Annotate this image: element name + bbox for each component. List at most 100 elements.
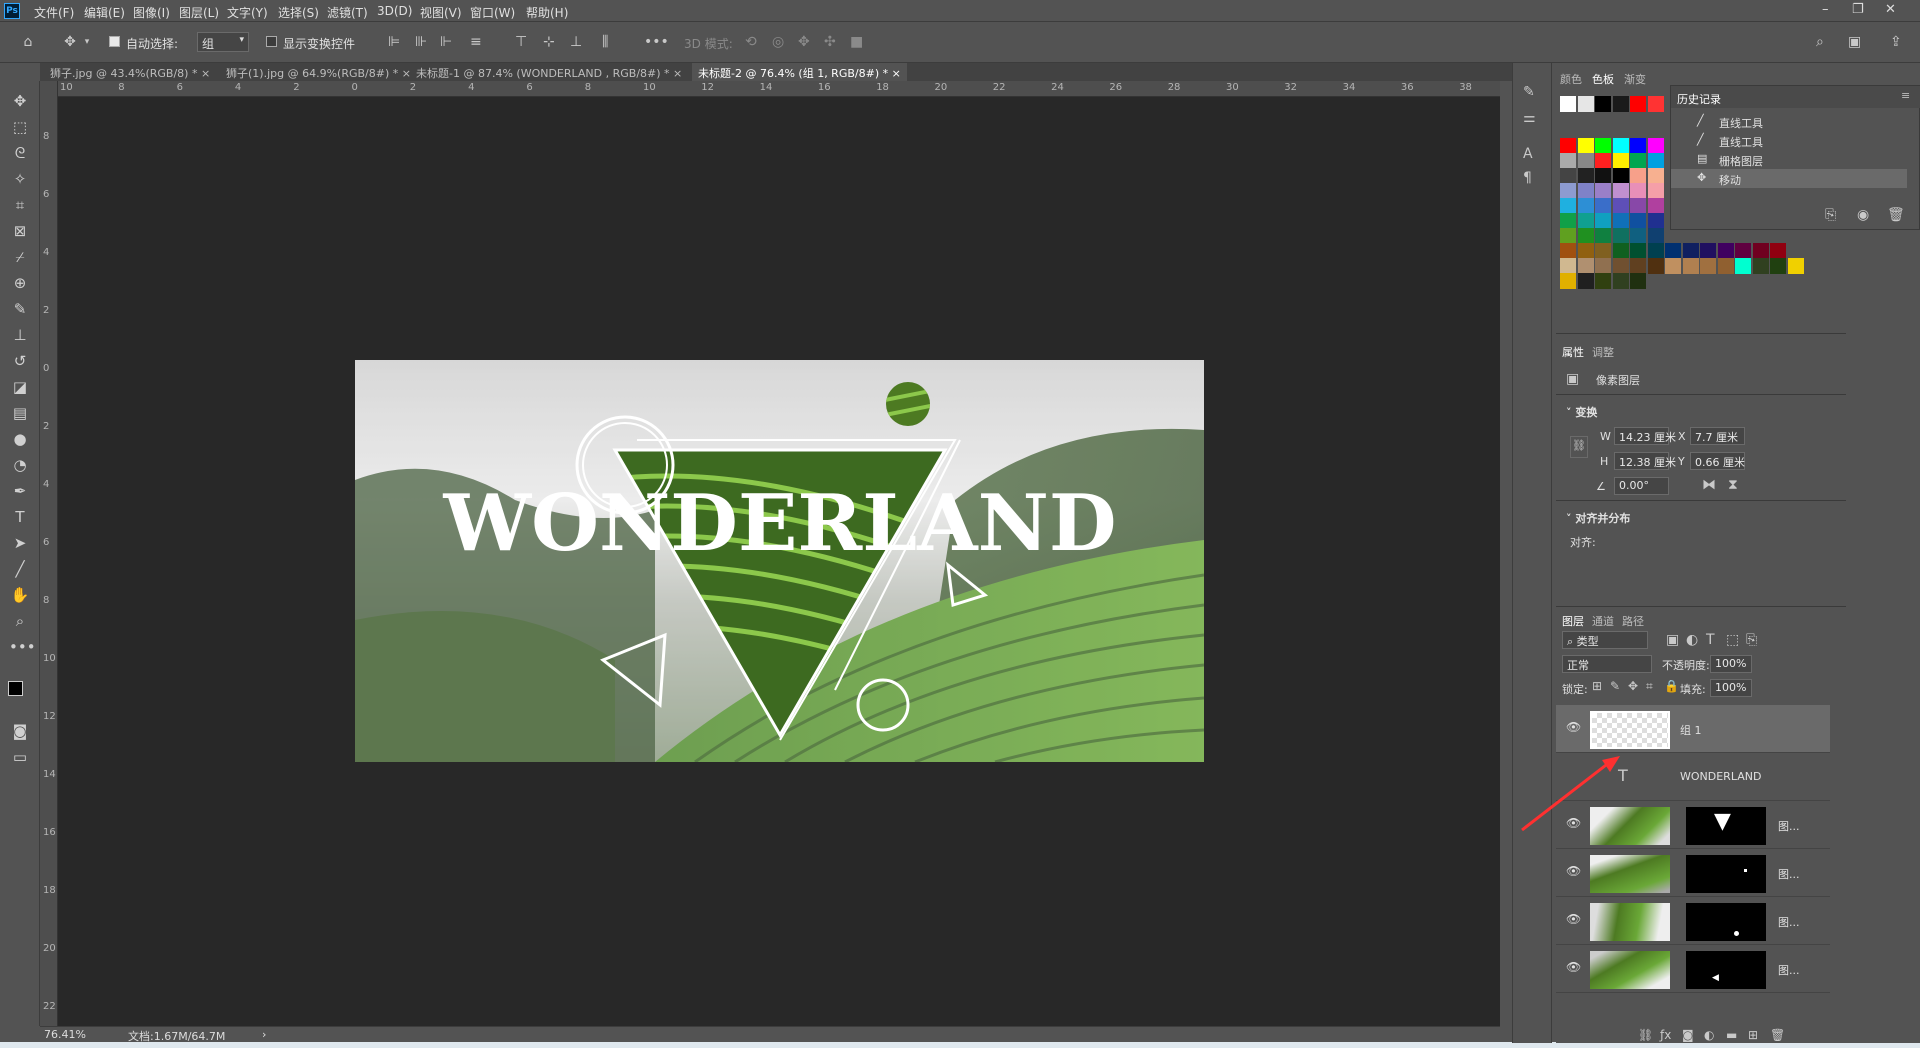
adjustment-filter-icon[interactable]: ◐ bbox=[1686, 631, 1698, 649]
color-swatch[interactable] bbox=[1630, 213, 1646, 229]
color-swatch[interactable] bbox=[1577, 168, 1594, 184]
color-swatch[interactable] bbox=[1612, 273, 1629, 289]
eraser-tool-icon[interactable]: ◪ bbox=[9, 377, 31, 397]
fx-icon[interactable]: ƒx bbox=[1660, 1026, 1671, 1044]
layer-name[interactable]: 组 1 bbox=[1680, 722, 1702, 738]
more-tools-icon[interactable]: ••• bbox=[9, 637, 36, 657]
color-swatch[interactable] bbox=[1647, 243, 1664, 259]
pen-tool-icon[interactable]: ✒ bbox=[9, 481, 31, 501]
color-swatch[interactable] bbox=[1630, 138, 1646, 154]
color-swatch[interactable] bbox=[1577, 198, 1594, 214]
search-icon[interactable]: ⌕ bbox=[1816, 33, 1824, 51]
eyedropper-icon[interactable]: ⌿ bbox=[9, 247, 31, 267]
color-swatch[interactable] bbox=[1612, 168, 1629, 184]
healing-brush-icon[interactable]: ⊕ bbox=[9, 273, 31, 293]
move-tool-icon[interactable]: ✥ bbox=[60, 33, 80, 51]
align-middle-icon[interactable]: ⊹ bbox=[543, 33, 555, 51]
align-section-title[interactable]: ˅ 对齐并分布 bbox=[1566, 510, 1630, 526]
color-swatch[interactable] bbox=[1630, 198, 1646, 214]
opacity-field[interactable]: 100% bbox=[1710, 655, 1752, 673]
layer-row[interactable]: 👁 图... bbox=[1556, 897, 1830, 945]
color-swatch[interactable] bbox=[1612, 228, 1629, 244]
add-mask-icon[interactable]: ◙ bbox=[1682, 1026, 1694, 1044]
blend-mode-dropdown[interactable]: 正常 bbox=[1562, 655, 1652, 673]
color-swatch[interactable] bbox=[1630, 96, 1646, 112]
color-swatch[interactable] bbox=[1682, 243, 1699, 259]
frame-tool-icon[interactable]: ⊠ bbox=[9, 221, 31, 241]
layer-name[interactable]: 图... bbox=[1778, 962, 1800, 978]
color-swatch[interactable] bbox=[1577, 243, 1594, 259]
layer-name[interactable]: WONDERLAND bbox=[1680, 770, 1761, 783]
move-tool-icon[interactable]: ✥ bbox=[9, 91, 31, 111]
eye-icon[interactable]: 👁 bbox=[1566, 960, 1581, 974]
history-item[interactable]: ╱ 直线工具 bbox=[1671, 112, 1907, 131]
close-icon[interactable]: ✕ bbox=[1885, 2, 1896, 17]
color-swatch[interactable] bbox=[1577, 153, 1594, 169]
color-swatch[interactable] bbox=[1647, 153, 1664, 169]
smart-filter-icon[interactable]: ⎘ bbox=[1746, 631, 1757, 649]
color-swatch[interactable] bbox=[1595, 153, 1611, 169]
transform-section-title[interactable]: ˅ 变换 bbox=[1566, 404, 1597, 420]
brush-settings-icon[interactable]: ✎ bbox=[1523, 83, 1535, 101]
color-swatch[interactable] bbox=[1612, 96, 1629, 112]
color-swatch[interactable] bbox=[1700, 258, 1716, 274]
zoom-tool-icon[interactable]: ⌕ bbox=[9, 611, 31, 631]
minimize-icon[interactable]: – bbox=[1822, 2, 1829, 17]
character-icon[interactable]: A bbox=[1523, 145, 1533, 163]
menu-item[interactable]: 选择(S) bbox=[278, 4, 319, 21]
color-swatch[interactable] bbox=[1577, 183, 1594, 199]
history-brush-icon[interactable]: ↺ bbox=[9, 351, 31, 371]
pan-3d-icon[interactable]: ✥ bbox=[798, 33, 810, 51]
color-swatch[interactable] bbox=[1595, 138, 1611, 154]
menu-icon[interactable]: ≡ bbox=[1901, 89, 1910, 102]
color-swatch[interactable] bbox=[1560, 183, 1576, 199]
color-swatch[interactable] bbox=[1647, 183, 1664, 199]
color-swatch[interactable] bbox=[1577, 273, 1594, 289]
roll-3d-icon[interactable]: ◎ bbox=[772, 33, 784, 51]
new-document-icon[interactable]: ⎘ bbox=[1825, 206, 1836, 224]
distribute-horizontal-icon[interactable]: ⫼ bbox=[602, 33, 608, 51]
color-swatch[interactable] bbox=[1647, 228, 1664, 244]
color-swatch[interactable] bbox=[1630, 153, 1646, 169]
color-swatch[interactable] bbox=[1717, 258, 1734, 274]
dodge-tool-icon[interactable]: ◔ bbox=[9, 455, 31, 475]
crop-tool-icon[interactable]: ⌗ bbox=[9, 195, 31, 215]
menu-item[interactable]: 窗口(W) bbox=[470, 4, 515, 21]
history-item[interactable]: ╱ 直线工具 bbox=[1671, 131, 1907, 150]
tab-doc-2[interactable]: 狮子(1).jpg @ 64.9%(RGB/8#) * × bbox=[220, 63, 417, 81]
home-icon[interactable]: ⌂ bbox=[18, 33, 38, 51]
color-swatch[interactable] bbox=[1647, 258, 1664, 274]
menu-item[interactable]: 文字(Y) bbox=[227, 4, 268, 21]
color-swatch[interactable] bbox=[1595, 96, 1611, 112]
color-swatch[interactable] bbox=[1612, 243, 1629, 259]
layer-row[interactable]: 👁 图... bbox=[1556, 849, 1830, 897]
color-swatch[interactable] bbox=[1595, 273, 1611, 289]
adjust-sliders-icon[interactable]: ⚌ bbox=[1523, 109, 1536, 127]
camera-3d-icon[interactable]: ■ bbox=[850, 33, 863, 51]
ruler-vertical[interactable]: 8 6 4 2 0 2 4 6 8 10 12 14 16 18 20 22 bbox=[40, 81, 58, 1026]
color-swatch[interactable] bbox=[1630, 183, 1646, 199]
menu-item[interactable]: 滤镜(T) bbox=[327, 4, 368, 21]
color-swatch[interactable] bbox=[1700, 243, 1716, 259]
align-left-icon[interactable]: ⊫ bbox=[388, 33, 400, 51]
chevron-down-icon[interactable]: ▾ bbox=[82, 33, 92, 51]
path-selection-icon[interactable]: ➤ bbox=[9, 533, 31, 553]
gradient-tool-icon[interactable]: ▤ bbox=[9, 403, 31, 423]
color-swatch[interactable] bbox=[1577, 96, 1594, 112]
color-swatch[interactable] bbox=[1612, 198, 1629, 214]
lock-all-icon[interactable]: 🔒 bbox=[1664, 677, 1679, 695]
history-item[interactable]: ✥ 移动 bbox=[1671, 169, 1907, 188]
layer-row[interactable]: 👁 组 1 bbox=[1556, 705, 1830, 753]
fill-field[interactable]: 100% bbox=[1710, 679, 1752, 697]
link-layers-icon[interactable]: ⛓ bbox=[1638, 1026, 1653, 1044]
tab-paths[interactable]: 路径 bbox=[1622, 613, 1644, 629]
align-center-icon[interactable]: ⊪ bbox=[415, 33, 427, 51]
camera-icon[interactable]: ◉ bbox=[1857, 206, 1869, 224]
color-swatch[interactable] bbox=[1560, 198, 1576, 214]
color-swatch[interactable] bbox=[1612, 138, 1629, 154]
color-swatch[interactable] bbox=[1630, 258, 1646, 274]
color-swatch[interactable] bbox=[1595, 258, 1611, 274]
color-swatch[interactable] bbox=[1630, 228, 1646, 244]
layer-name[interactable]: 图... bbox=[1778, 866, 1800, 882]
height-field[interactable]: 12.38 厘米 bbox=[1614, 452, 1676, 470]
